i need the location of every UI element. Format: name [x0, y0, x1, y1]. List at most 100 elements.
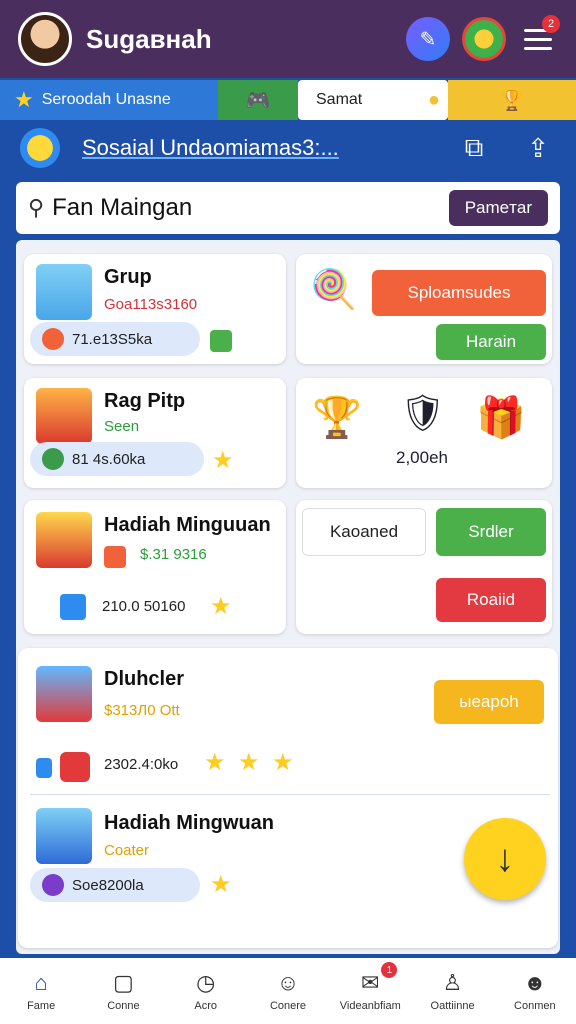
card-subtitle: Goa113s3160 — [104, 296, 198, 313]
game-card[interactable]: Hadiah Minguuan $.31 9316 210.0 50160 ★ — [24, 500, 286, 634]
nav-label: Conmen — [514, 1000, 556, 1012]
game-thumbnail — [36, 512, 92, 568]
avatar[interactable] — [18, 12, 72, 66]
actions-card: Kaoaned Srdler Roaiid — [296, 500, 552, 634]
star-icon: ★ — [14, 87, 34, 112]
copy-icon[interactable]: ⧉ — [456, 130, 492, 166]
avatar — [42, 874, 64, 896]
strip-item-b[interactable]: 🎮 — [218, 80, 298, 120]
game-thumbnail — [36, 666, 92, 722]
search-button[interactable]: Pameтar — [448, 190, 548, 226]
card-subtitle: $.31 9316 — [140, 546, 207, 563]
trophy-icon: 🏆 — [312, 396, 362, 440]
profile-icon: ☻ — [523, 970, 547, 995]
chart-icon: ▢ — [113, 970, 134, 995]
nav-item-face[interactable]: ☺ Conere — [247, 958, 329, 1024]
stat-value: 81 4ѕ.60ka — [72, 450, 146, 468]
clock-icon: ◷ — [196, 970, 216, 995]
message-icon: ✉ — [361, 970, 380, 995]
star-icon: ★ — [238, 749, 260, 776]
notification-badge: 1 — [381, 962, 398, 978]
strip-item-c[interactable]: Samat ● — [298, 80, 448, 120]
gift-icon[interactable] — [210, 330, 232, 352]
game-thumbnail — [36, 264, 92, 320]
nav-item-clock[interactable]: ◷ Acro — [165, 958, 247, 1024]
avatar — [60, 752, 90, 782]
game-card[interactable]: Grup Goa113s3160 71.e13Ѕ5ka — [24, 254, 286, 364]
search-bar[interactable]: ⚲ Fan Maingan Pameтar — [16, 182, 560, 234]
stat-value: 71.e13Ѕ5ka — [72, 330, 153, 348]
nav-item-user[interactable]: ♙ Oattiinne — [411, 958, 493, 1024]
nav-label: Videanbfiam — [339, 1000, 401, 1012]
items-value: 2,00eh — [396, 448, 448, 467]
nav-label: Conere — [269, 1000, 307, 1012]
card-title: Hadiah Minguuan — [104, 514, 271, 536]
card-title: Dluhcler — [104, 668, 185, 690]
star-icon: ★ — [212, 447, 234, 474]
menu-icon-bar — [524, 46, 552, 50]
games-icon[interactable] — [462, 17, 506, 61]
sub-title[interactable]: Sosaial Undaomiamas3:... — [82, 135, 428, 161]
card-title: Hadiah Mingwuan — [104, 812, 274, 834]
bottom-nav: ⌂ Fame ▢ Conne ◷ Acro ☺ Conere ✉ Videanb… — [0, 958, 576, 1024]
green-button[interactable]: Harain — [436, 324, 546, 360]
avatar — [42, 328, 64, 350]
app-header: Sugaвнah ✎ 2 — [0, 0, 576, 78]
share-icon[interactable]: ⇪ — [520, 130, 556, 166]
green-button-2[interactable]: Srdler — [436, 508, 546, 556]
twitter-icon[interactable] — [60, 594, 86, 620]
stat-value: 2302.4:0ko — [104, 756, 179, 773]
promo-strip: ★ Seroodah Unasne 🎮 Samat ● 🏆 — [0, 80, 576, 120]
download-button[interactable]: ↓ — [464, 818, 546, 900]
card-title: Rag Pitp — [104, 390, 186, 412]
game-thumbnail — [36, 808, 92, 864]
reward-card: 🍭 Sploаmsudes Harain — [296, 254, 552, 364]
chest-icon: 🎁 — [476, 396, 526, 440]
strip-label-a: Seroodah Unasne — [41, 91, 171, 108]
logo-icon — [20, 128, 60, 168]
menu-button[interactable]: 2 — [518, 15, 560, 61]
nav-item-profile[interactable]: ☻ Conmen — [494, 958, 576, 1024]
edit-icon[interactable]: ✎ — [406, 17, 450, 61]
star-icon: ★ — [210, 593, 232, 620]
main-panel: Grup Goa113s3160 71.e13Ѕ5ka 🍭 Sploаmsude… — [16, 240, 560, 954]
nav-item-message[interactable]: ✉ Videanbfiam 1 — [329, 958, 411, 1024]
arrow-down-icon: ↓ — [495, 837, 515, 880]
strip-item-d[interactable]: 🏆 — [448, 80, 576, 120]
star-icon: ★ — [210, 871, 232, 898]
user-icon: ♙ — [442, 970, 463, 995]
featured-card: Dluhcler $313Л0 Ott ыeapoh 2302.4:0ko ★ … — [18, 648, 558, 948]
stat-pill: 71.e13Ѕ5ka — [30, 322, 200, 356]
yellow-button[interactable]: ыeapoh — [434, 680, 544, 724]
game-thumbnail — [36, 388, 92, 444]
strip-item-a[interactable]: ★ Seroodah Unasne — [0, 80, 218, 120]
home-icon: ⌂ — [34, 970, 48, 995]
card-subtitle: $313Л0 Ott — [104, 702, 180, 719]
items-card: 🏆 🛡 🎁 2,00eh — [296, 378, 552, 488]
avatar — [42, 448, 64, 470]
search-input[interactable]: Fan Maingan — [52, 194, 449, 222]
badge-icon — [36, 758, 52, 778]
red-button[interactable]: Roaiid — [436, 578, 546, 622]
notification-badge: 2 — [542, 15, 560, 33]
nav-item-chart[interactable]: ▢ Conne — [82, 958, 164, 1024]
white-button[interactable]: Kaoaned — [302, 508, 426, 556]
sub-header: Sosaial Undaomiamas3:... ⧉ ⇪ — [0, 124, 576, 172]
orange-button[interactable]: Sploаmsudes — [372, 270, 546, 316]
shield-icon: 🛡 — [400, 392, 446, 433]
divider — [30, 794, 550, 795]
stat-value: Soe8200la — [72, 876, 144, 894]
game-card[interactable]: Rag Pitp Seen 81 4ѕ.60ka ★ — [24, 378, 286, 488]
face-icon: ☺ — [276, 970, 300, 995]
coin-icon: ● — [427, 88, 440, 111]
star-icon: ★ — [204, 749, 226, 776]
app-title: Sugaвнah — [86, 23, 212, 54]
strip-label-c: Samat — [316, 91, 363, 108]
card-title: Grup — [104, 266, 152, 288]
stat-pill: Soe8200la — [30, 868, 200, 902]
menu-icon-bar — [524, 37, 552, 41]
nav-item-home[interactable]: ⌂ Fame — [0, 958, 82, 1024]
stat-value: 210.0 50160 — [102, 598, 186, 615]
card-subtitle: Seen — [104, 418, 140, 435]
nav-label: Conne — [107, 1000, 140, 1012]
